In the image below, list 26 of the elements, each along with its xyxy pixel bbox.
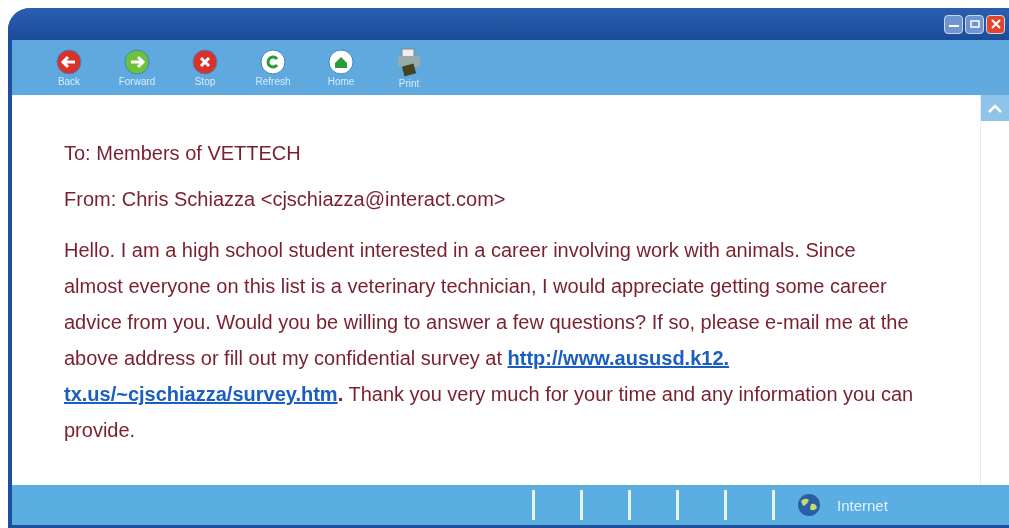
toolbar-button[interactable]: Refresh bbox=[246, 48, 300, 87]
home-icon bbox=[328, 48, 354, 75]
minimize-button[interactable] bbox=[944, 14, 963, 34]
maximize-icon bbox=[967, 19, 982, 29]
toolbar-button[interactable]: Home bbox=[314, 48, 368, 87]
survey-link[interactable]: tx.us/~cjschiazza/survey.htm bbox=[64, 383, 338, 405]
maximize-button[interactable] bbox=[965, 14, 984, 34]
back-icon bbox=[56, 48, 82, 75]
scrollbar[interactable] bbox=[980, 95, 1009, 485]
to-line: To: Members of VETTECH bbox=[64, 141, 302, 166]
close-button[interactable] bbox=[986, 14, 1005, 34]
toolbar-button[interactable]: Print bbox=[382, 46, 436, 89]
from-line: From: Chris Schiazza <cjschiazza@interact.com> bbox=[64, 187, 507, 212]
zone-label: Internet bbox=[837, 496, 888, 514]
toolbar-button[interactable]: Stop bbox=[178, 48, 232, 87]
toolbar-button[interactable]: Back bbox=[42, 48, 96, 87]
refresh-icon bbox=[260, 48, 286, 75]
printer-icon bbox=[395, 46, 423, 77]
toolbar-button[interactable]: Forward bbox=[110, 48, 164, 87]
globe-icon bbox=[795, 492, 823, 518]
message-body: Hello. I am a high school student interested in a career involving work with animals. Since almost everyone on this list is a veterinary technician, I would appreciate getting some career advice from you. Would you be willing to answer a few questions? If so, please e-mail me at the above address or fill out my confidential survey at http://www.aususd.k12. tx.us/~cjschiazza/survey.htm. Thank you very much for your time and any information you can provide. bbox=[64, 238, 914, 443]
caret-up-icon bbox=[988, 103, 1002, 113]
forward-icon bbox=[124, 48, 150, 75]
close-icon bbox=[988, 19, 1003, 29]
survey-link[interactable]: http://www.aususd.k12. bbox=[507, 347, 730, 369]
stop-icon bbox=[192, 48, 218, 75]
